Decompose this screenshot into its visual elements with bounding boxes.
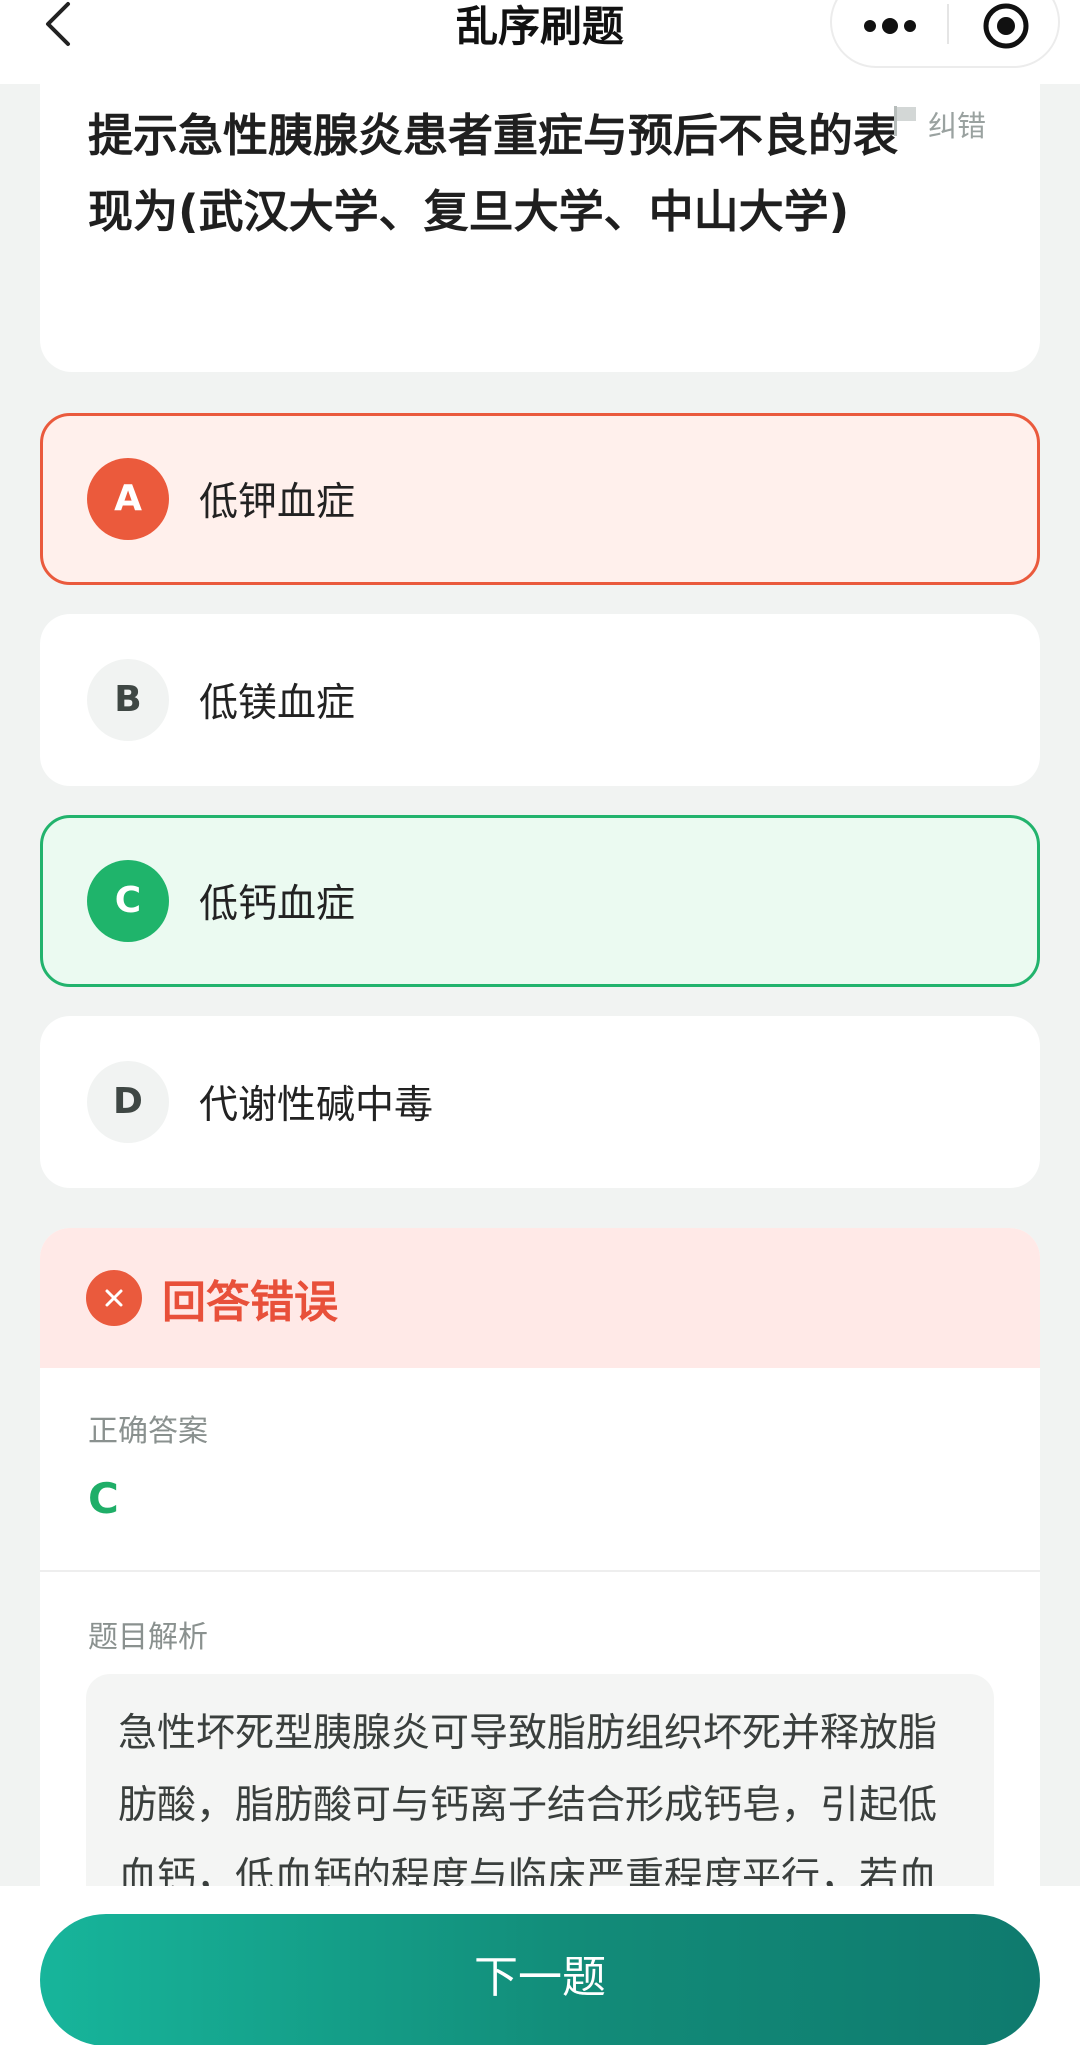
option-a[interactable]: A 低钾血症	[40, 413, 1040, 585]
target-icon	[983, 3, 1029, 49]
close-miniprogram-button[interactable]	[978, 0, 1034, 54]
correct-answer-label: 正确答案	[88, 1414, 208, 1449]
quiz-page: 提示急性胰腺炎患者重症与预后不良的表现为(武汉大学、复旦大学、中山大学) 纠错 …	[0, 0, 1080, 2045]
option-text: 低镁血症	[199, 681, 356, 726]
option-text: 代谢性碱中毒	[199, 1083, 434, 1128]
question-card: 提示急性胰腺炎患者重症与预后不良的表现为(武汉大学、复旦大学、中山大学) 纠错	[40, 60, 1040, 372]
option-letter: A	[87, 458, 169, 540]
analysis-text: 急性坏死型胰腺炎可导致脂肪组织坏死并释放脂肪酸，脂肪酸可与钙离子结合形成钙皂，引…	[118, 1711, 938, 1900]
divider	[40, 1570, 1040, 1572]
result-title: 回答错误	[162, 1277, 338, 1328]
report-error-button[interactable]: 纠错	[892, 104, 986, 144]
analysis-label: 题目解析	[88, 1620, 208, 1655]
more-button[interactable]	[860, 6, 920, 46]
question-text: 提示急性胰腺炎患者重症与预后不良的表现为(武汉大学、复旦大学、中山大学)	[88, 109, 899, 238]
flag-icon	[892, 104, 918, 145]
result-header: 回答错误	[40, 1228, 1040, 1368]
report-error-label: 纠错	[928, 109, 987, 143]
option-c[interactable]: C 低钙血症	[40, 815, 1040, 987]
option-letter: B	[87, 659, 169, 741]
bottom-bar: 下一题	[0, 1886, 1080, 2045]
option-letter: C	[87, 860, 169, 942]
option-b[interactable]: B 低镁血症	[40, 614, 1040, 786]
nav-header: 乱序刷题	[0, 0, 1080, 84]
option-letter: D	[87, 1061, 169, 1143]
next-question-button[interactable]: 下一题	[40, 1914, 1040, 2045]
more-dots-icon	[864, 18, 916, 34]
capsule-divider	[947, 4, 949, 44]
option-d[interactable]: D 代谢性碱中毒	[40, 1016, 1040, 1188]
mini-program-capsule	[830, 0, 1060, 68]
correct-answer-value: C	[88, 1474, 119, 1523]
close-icon	[86, 1270, 142, 1326]
option-text: 低钙血症	[199, 882, 356, 927]
option-text: 低钾血症	[199, 480, 356, 525]
